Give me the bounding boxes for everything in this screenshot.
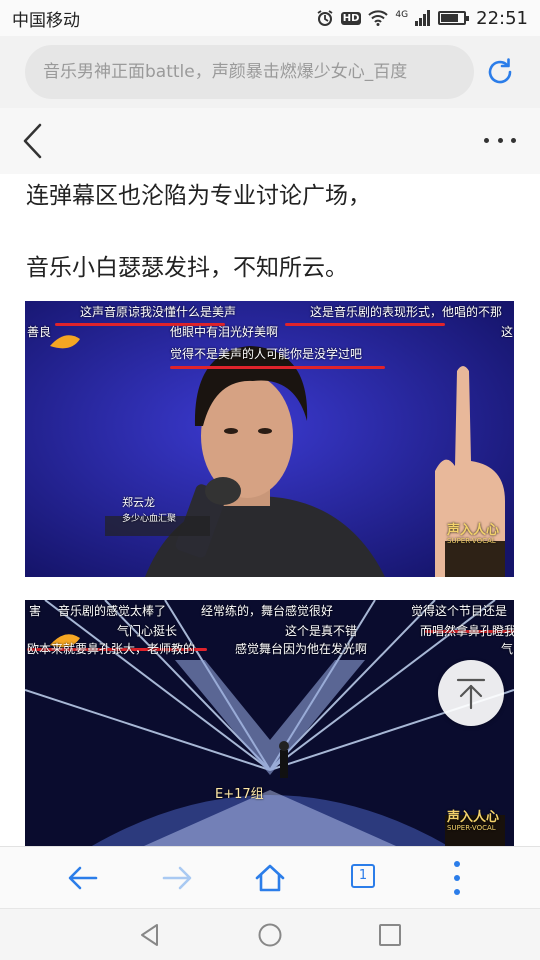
- danmaku-comment: 这声音原谅我没懂什么是美声: [80, 305, 237, 319]
- tab-count-button[interactable]: 1: [351, 864, 375, 888]
- network-type: 4G: [395, 9, 409, 20]
- show-logo-sub: SUPER-VOCAL: [447, 824, 496, 832]
- danmaku-comment: 这个是真不错: [285, 624, 358, 638]
- nav-back-arrow-icon[interactable]: [66, 861, 100, 895]
- system-nav-bar: [0, 908, 540, 960]
- hd-badge: HD: [340, 11, 362, 25]
- article-image-singer[interactable]: 这声音原谅我没懂什么是美声 这是音乐剧的表现形式，他唱的不那 善良 这 他眼中有…: [25, 301, 514, 577]
- clock: 22:51: [476, 7, 528, 29]
- danmaku-comment: 他眼中有泪光好美啊: [170, 325, 279, 339]
- system-home-icon[interactable]: [257, 922, 283, 948]
- danmaku-comment: 觉得不是美声的人可能你是没学过吧: [170, 347, 363, 361]
- system-back-icon[interactable]: [137, 922, 163, 948]
- danmaku-comment: 这: [501, 325, 514, 339]
- status-icons: HD 4G 22:51: [316, 8, 528, 29]
- browser-menu-icon[interactable]: [453, 861, 461, 895]
- danmaku-underline: [285, 323, 445, 326]
- danmaku-comment: 害: [29, 604, 42, 618]
- name-tag: 郑云龙: [122, 496, 155, 509]
- danmaku-comment: 欧本来就要鼻孔张大，老师教的: [27, 642, 196, 656]
- browser-toolbar: 1: [0, 846, 540, 908]
- danmaku-comment: 气门心挺长: [117, 624, 178, 638]
- status-bar: 中国移动 HD 4G 22:51: [0, 0, 540, 36]
- stage-caption: E+17组: [215, 787, 264, 802]
- battery-icon: [438, 11, 470, 25]
- singer-photo: [25, 301, 514, 577]
- danmaku-comment: 这是音乐剧的表现形式，他唱的不那: [310, 305, 503, 319]
- arrow-up-to-top-icon: [456, 678, 486, 710]
- article-paragraph: 音乐小白瑟瑟发抖，不知所云。: [26, 255, 348, 281]
- danmaku-comment: 气: [501, 642, 514, 656]
- show-logo: 声入人心: [447, 523, 500, 538]
- signal-icon: [415, 10, 431, 26]
- back-to-top-button[interactable]: [438, 660, 504, 726]
- refresh-icon[interactable]: [484, 56, 516, 88]
- danmaku-comment: 音乐剧的感觉太棒了: [58, 604, 167, 618]
- danmaku-underline: [170, 366, 385, 369]
- system-recents-icon[interactable]: [377, 922, 403, 948]
- nav-forward-arrow-icon[interactable]: [160, 861, 194, 895]
- more-options-icon[interactable]: [484, 138, 516, 146]
- url-field[interactable]: 音乐男神正面battle，声颜暴击燃爆少女心_百度: [25, 45, 474, 99]
- danmaku-comment: 觉得这个节目还是: [411, 604, 508, 618]
- danmaku-comment: 而唱然拿鼻孔瞪我: [420, 624, 514, 638]
- show-logo-sub: SUPER-VOCAL: [447, 537, 496, 545]
- show-logo: 声入人心: [447, 810, 500, 825]
- wifi-icon: [368, 10, 389, 26]
- carrier-label: 中国移动: [12, 10, 80, 31]
- danmaku-comment: 善良: [27, 325, 52, 339]
- alarm-icon: [317, 10, 333, 26]
- back-chevron-icon[interactable]: [20, 122, 46, 160]
- home-icon[interactable]: [253, 861, 287, 895]
- danmaku-comment: 感觉舞台因为他在发光啊: [235, 642, 368, 656]
- address-bar: 音乐男神正面battle，声颜暴击燃爆少女心_百度: [0, 36, 540, 108]
- article-content: 连弹幕区也沦陷为专业讨论广场， 音乐小白瑟瑟发抖，不知所云。 这声音原谅我没懂什…: [0, 174, 540, 846]
- page-toolbar: [0, 108, 540, 174]
- name-subtitle: 多少心血汇聚: [122, 514, 177, 524]
- danmaku-comment: 经常练的，舞台感觉很好: [201, 604, 334, 618]
- article-paragraph: 连弹幕区也沦陷为专业讨论广场，: [26, 183, 371, 209]
